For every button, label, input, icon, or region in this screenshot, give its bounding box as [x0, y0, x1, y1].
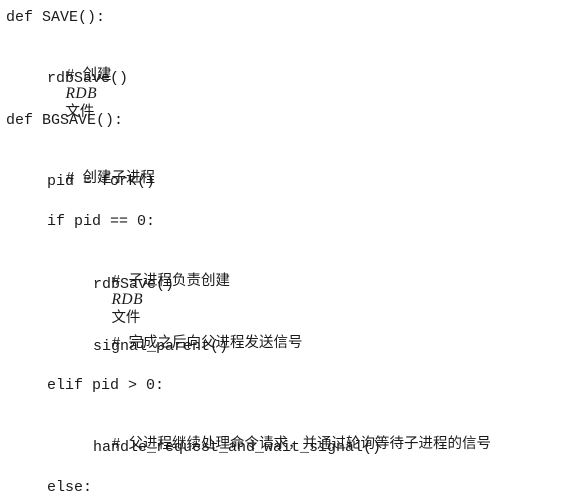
rdbsave-call: rdbSave() [47, 70, 129, 87]
child-comment: # 子进程负责创建 RDB 文件 [93, 254, 230, 326]
parent-comment: # 父进程继续处理命令请求，并通过轮询等待子进程的信号 [93, 417, 491, 453]
save-comment: # 创建 RDB 文件 [47, 48, 111, 120]
child-rdbsave-call: rdbSave() [93, 276, 175, 293]
fork-statement: pid = fork() [47, 173, 156, 190]
signal-comment: # 完成之后向父进程发送信号 [93, 316, 302, 352]
fork-comment: # 创建子进程 [47, 151, 155, 187]
signal-parent-call: signal_parent() [93, 338, 229, 355]
else-statement: else: [47, 479, 93, 496]
handle-request-call: handle_request_and_wait_signal() [93, 439, 382, 456]
save-function-definition: def SAVE(): [6, 9, 106, 26]
bgsave-function-definition: def BGSAVE(): [6, 112, 124, 129]
code-listing: def SAVE(): # 创建 RDB 文件 rdbSave() def BGS… [0, 0, 582, 500]
elif-statement: elif pid > 0: [47, 377, 165, 394]
if-statement: if pid == 0: [47, 213, 156, 230]
